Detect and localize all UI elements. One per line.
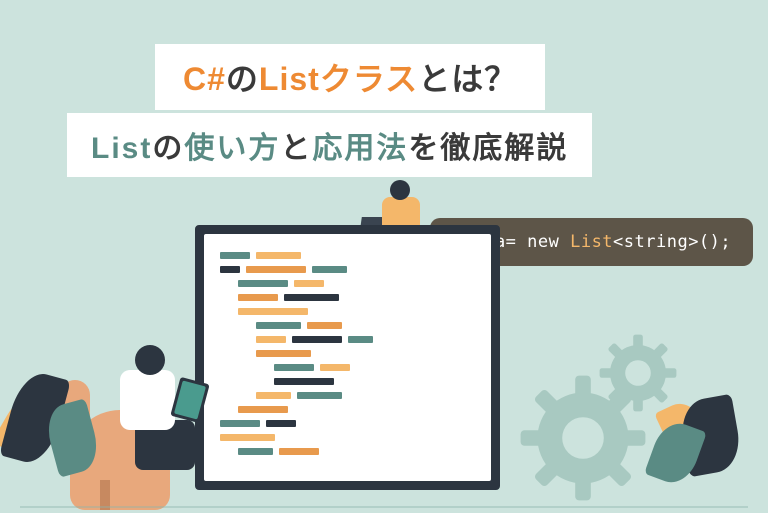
title-line-2: Listの使い方と応用法を徹底解説 — [67, 113, 592, 177]
code-keyword-list: List — [570, 232, 613, 252]
code-screen — [204, 234, 491, 481]
title-line-1: C#のListクラスとは？ — [155, 44, 545, 110]
plant-right-icon — [638, 373, 748, 513]
monitor-icon — [195, 225, 500, 490]
plant-left-icon — [0, 333, 120, 513]
title-csharp: C# — [183, 61, 226, 97]
title-list-class: Listクラス — [259, 61, 418, 97]
ground-line — [20, 506, 748, 508]
